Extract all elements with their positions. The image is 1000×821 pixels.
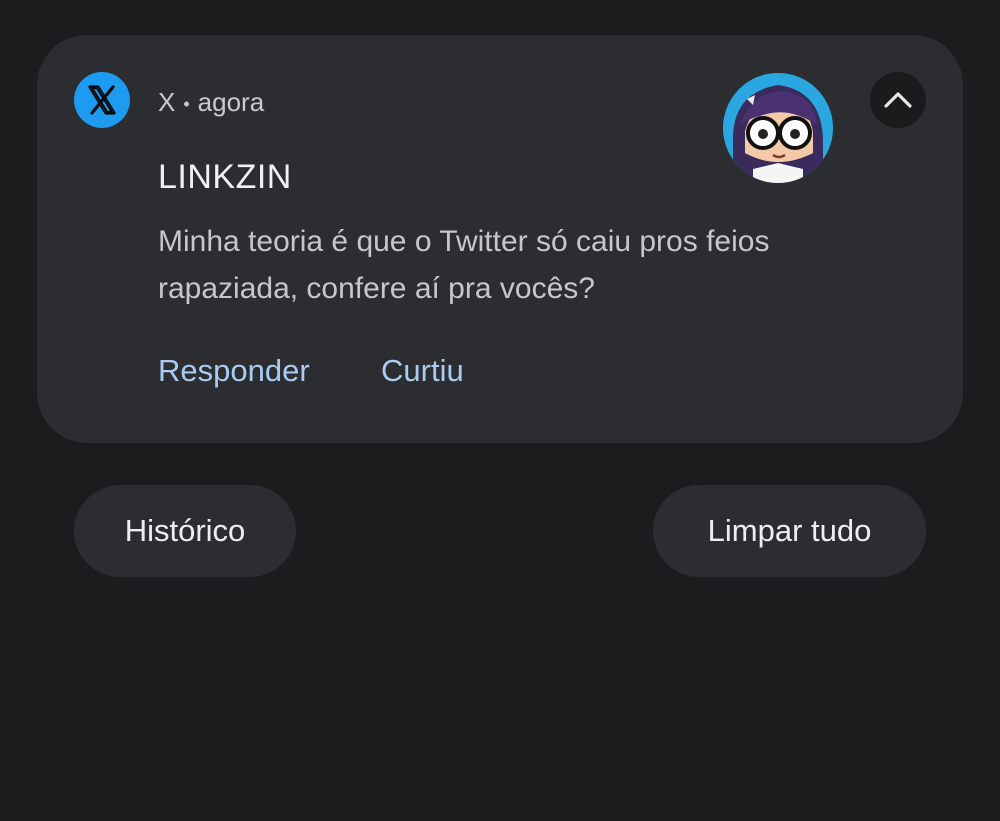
notification-title: LINKZIN: [158, 158, 292, 196]
notification-card[interactable]: X • agora LINKZIN Minha teoria é que o Twi…: [37, 35, 963, 443]
separator-dot: •: [183, 93, 190, 114]
chevron-up-icon: [884, 92, 912, 108]
x-logo-icon: [74, 72, 130, 128]
clear-all-button[interactable]: Limpar tudo: [653, 485, 926, 577]
history-button[interactable]: Histórico: [74, 485, 296, 577]
collapse-button[interactable]: [870, 72, 926, 128]
like-action-button[interactable]: Curtiu: [381, 353, 464, 389]
notification-shade: X • agora LINKZIN Minha teoria é que o Twi…: [0, 0, 1000, 821]
notification-time: agora: [197, 87, 265, 117]
notification-header: X • agora: [158, 87, 264, 118]
notification-body: Minha teoria é que o Twitter só caiu pro…: [158, 225, 770, 305]
avatar: [723, 73, 833, 183]
reply-action-button[interactable]: Responder: [158, 353, 310, 389]
app-name: X: [158, 87, 176, 117]
